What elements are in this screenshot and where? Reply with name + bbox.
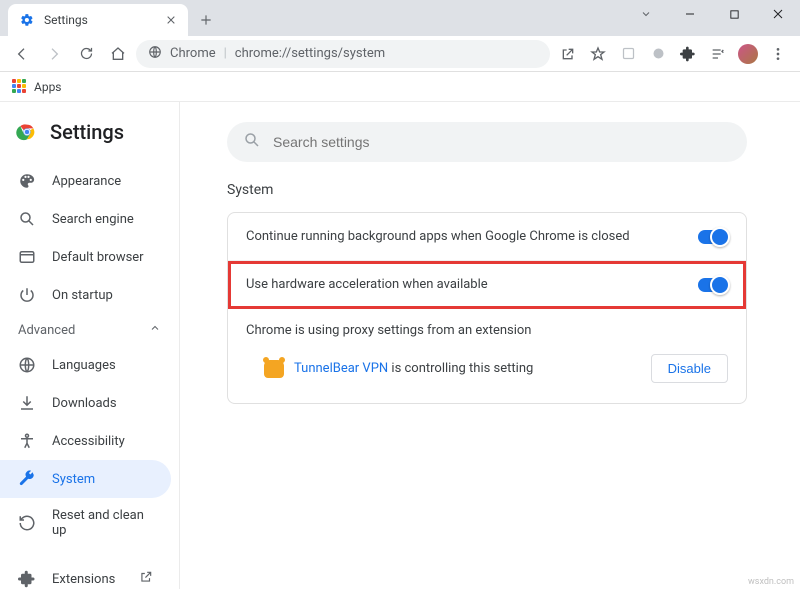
row-background-apps: Continue running background apps when Go… bbox=[228, 213, 746, 261]
sidebar-item-label: System bbox=[52, 472, 95, 487]
browser-tab[interactable]: Settings bbox=[8, 4, 188, 36]
sidebar-item-label: Extensions bbox=[52, 572, 115, 587]
system-card: Continue running background apps when Go… bbox=[227, 212, 747, 404]
tab-title: Settings bbox=[44, 13, 156, 27]
power-icon bbox=[18, 286, 36, 304]
row-hardware-acceleration: Use hardware acceleration when available bbox=[228, 261, 746, 309]
sidebar-item-label: Default browser bbox=[52, 250, 144, 265]
sidebar-item-default-browser[interactable]: Default browser bbox=[0, 238, 171, 276]
page-title: Settings bbox=[50, 120, 124, 144]
settings-search[interactable] bbox=[227, 122, 747, 162]
wrench-icon bbox=[18, 470, 36, 488]
sidebar-item-label: Accessibility bbox=[52, 434, 125, 449]
extension-name-link[interactable]: TunnelBear VPN bbox=[294, 361, 388, 376]
proxy-heading: Chrome is using proxy settings from an e… bbox=[246, 309, 728, 346]
globe-icon bbox=[18, 356, 36, 374]
row-label: Continue running background apps when Go… bbox=[246, 229, 630, 244]
puzzle-icon bbox=[18, 570, 36, 588]
bookmarks-bar: Apps bbox=[0, 72, 800, 102]
sidebar-item-languages[interactable]: Languages bbox=[0, 346, 171, 384]
download-icon bbox=[18, 394, 36, 412]
row-proxy: Chrome is using proxy settings from an e… bbox=[228, 309, 746, 403]
forward-button[interactable] bbox=[40, 40, 68, 68]
url-bar[interactable]: Chrome | chrome://settings/system bbox=[136, 40, 550, 68]
share-button[interactable] bbox=[554, 40, 582, 68]
extension-slot-1[interactable] bbox=[614, 40, 642, 68]
accessibility-icon bbox=[18, 432, 36, 450]
search-icon bbox=[18, 210, 36, 228]
sidebar-item-label: Downloads bbox=[52, 396, 117, 411]
chrome-logo-icon bbox=[16, 121, 38, 143]
profile-avatar[interactable] bbox=[734, 40, 762, 68]
sidebar-item-label: Appearance bbox=[52, 174, 121, 189]
window-controls bbox=[624, 0, 800, 28]
sidebar-item-appearance[interactable]: Appearance bbox=[0, 162, 171, 200]
url-origin: Chrome bbox=[170, 46, 216, 61]
apps-icon[interactable] bbox=[12, 79, 28, 95]
settings-search-input[interactable] bbox=[273, 134, 731, 150]
tunnelbear-icon bbox=[264, 360, 284, 378]
new-tab-button[interactable] bbox=[192, 6, 220, 34]
sidebar-item-search-engine[interactable]: Search engine bbox=[0, 200, 171, 238]
url-path: chrome://settings/system bbox=[235, 46, 385, 61]
sidebar-item-label: Reset and clean up bbox=[52, 508, 153, 538]
sidebar-advanced-toggle[interactable]: Advanced bbox=[0, 314, 179, 346]
tab-close-button[interactable] bbox=[164, 13, 178, 27]
palette-icon bbox=[18, 172, 36, 190]
settings-sidebar: Settings Appearance Search engine Defaul… bbox=[0, 102, 180, 589]
apps-bookmark[interactable]: Apps bbox=[34, 80, 62, 94]
sidebar-item-extensions[interactable]: Extensions bbox=[0, 560, 171, 589]
reload-button[interactable] bbox=[72, 40, 100, 68]
sidebar-item-on-startup[interactable]: On startup bbox=[0, 276, 171, 314]
bookmark-button[interactable] bbox=[584, 40, 612, 68]
section-title: System bbox=[227, 182, 747, 198]
window-minimize-button[interactable] bbox=[668, 0, 712, 28]
back-button[interactable] bbox=[8, 40, 36, 68]
external-link-icon bbox=[139, 570, 153, 588]
background-apps-toggle[interactable] bbox=[698, 230, 728, 244]
extension-msg-suffix: is controlling this setting bbox=[388, 361, 533, 376]
site-info-icon[interactable] bbox=[148, 45, 162, 63]
sidebar-item-downloads[interactable]: Downloads bbox=[0, 384, 171, 422]
browser-icon bbox=[18, 248, 36, 266]
sidebar-item-accessibility[interactable]: Accessibility bbox=[0, 422, 171, 460]
window-close-button[interactable] bbox=[756, 0, 800, 28]
sidebar-item-label: Languages bbox=[52, 358, 116, 373]
extension-slot-2[interactable] bbox=[644, 40, 672, 68]
menu-button[interactable] bbox=[764, 40, 792, 68]
settings-brand: Settings bbox=[0, 102, 179, 162]
watermark: wsxdn.com bbox=[748, 577, 794, 587]
window-caret-button[interactable] bbox=[624, 0, 668, 28]
advanced-label: Advanced bbox=[18, 323, 75, 338]
sidebar-item-system[interactable]: System bbox=[0, 460, 171, 498]
reading-list-button[interactable] bbox=[704, 40, 732, 68]
row-label: Use hardware acceleration when available bbox=[246, 277, 488, 292]
toolbar: Chrome | chrome://settings/system bbox=[0, 36, 800, 72]
hardware-acceleration-toggle[interactable] bbox=[698, 278, 728, 292]
chevron-up-icon bbox=[149, 322, 161, 338]
extensions-button[interactable] bbox=[674, 40, 702, 68]
sidebar-item-label: On startup bbox=[52, 288, 113, 303]
window-maximize-button[interactable] bbox=[712, 0, 756, 28]
titlebar: Settings bbox=[0, 0, 800, 36]
disable-extension-button[interactable]: Disable bbox=[651, 354, 728, 383]
sidebar-item-label: Search engine bbox=[52, 212, 134, 227]
settings-content: System Continue running background apps … bbox=[180, 102, 800, 589]
sidebar-item-reset[interactable]: Reset and clean up bbox=[0, 498, 171, 548]
search-icon bbox=[243, 131, 261, 153]
gear-icon bbox=[18, 13, 36, 27]
restore-icon bbox=[18, 514, 36, 532]
home-button[interactable] bbox=[104, 40, 132, 68]
